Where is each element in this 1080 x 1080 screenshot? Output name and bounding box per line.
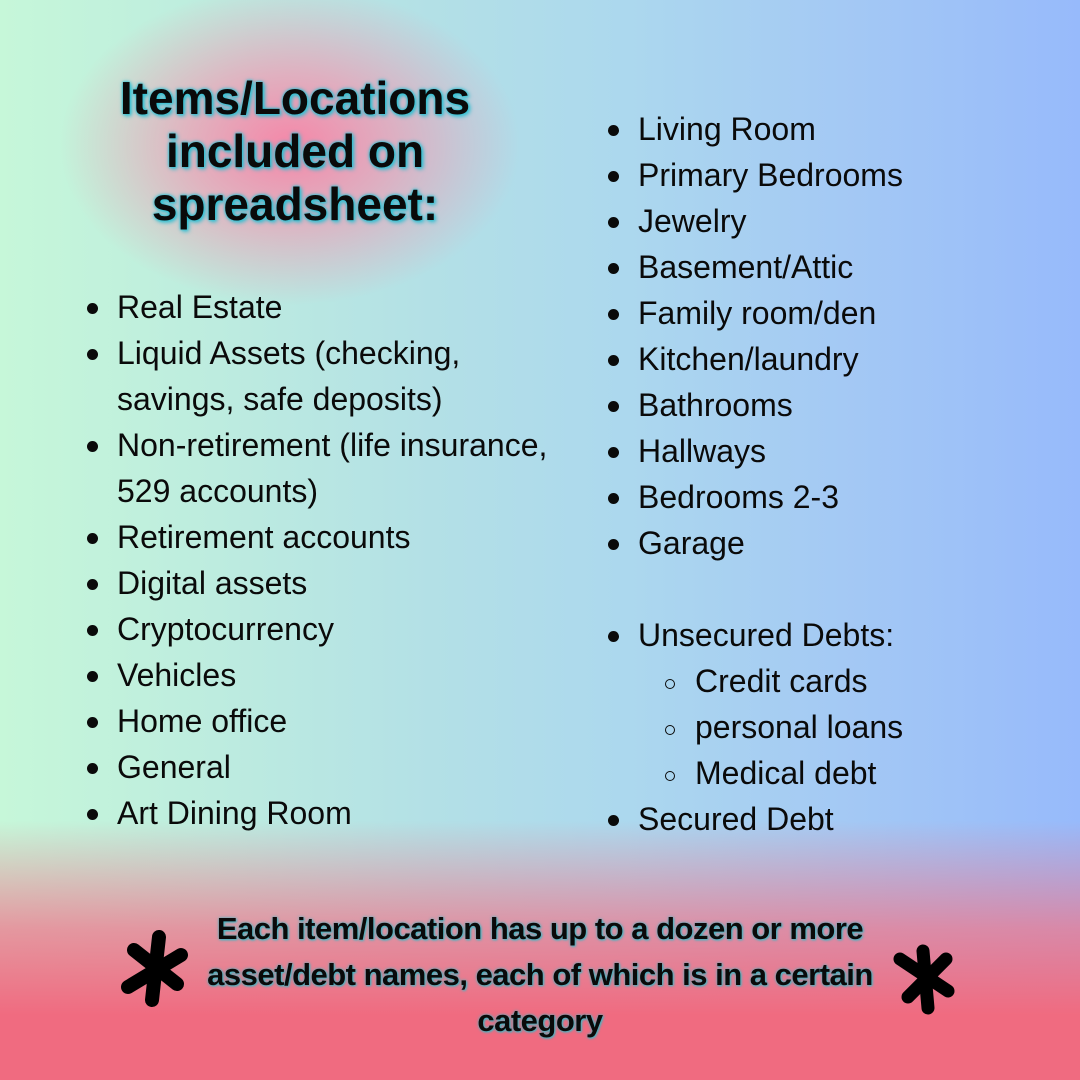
- sub-list-item: Medical debt: [606, 750, 1026, 796]
- list-item: Digital assets: [85, 560, 555, 606]
- secured-debt-item: Secured Debt: [606, 796, 1026, 842]
- list-item: Home office: [85, 698, 555, 744]
- asterisk-icon: [121, 930, 188, 1007]
- sub-list-item: personal loans: [606, 704, 1026, 750]
- unsecured-debts-heading: Unsecured Debts:: [606, 612, 1026, 658]
- list-item: Bedrooms 2-3: [606, 474, 1026, 520]
- list-item: Retirement accounts: [85, 514, 555, 560]
- locations-debts-list: Living Room Primary Bedrooms Jewelry Bas…: [606, 106, 1026, 842]
- list-item: Hallways: [606, 428, 1026, 474]
- sub-list-item: Credit cards: [606, 658, 1026, 704]
- list-item: Real Estate: [85, 284, 555, 330]
- page-title: Items/Locations included on spreadsheet:: [119, 72, 471, 230]
- list-item: Art Dining Room: [85, 790, 555, 836]
- list-spacer: [606, 566, 1026, 612]
- list-item: General: [85, 744, 555, 790]
- list-item: Liquid Assets (checking, savings, safe d…: [85, 330, 555, 422]
- list-item: Bathrooms: [606, 382, 1026, 428]
- list-item: Family room/den: [606, 290, 1026, 336]
- asset-categories-list: Real Estate Liquid Assets (checking, sav…: [85, 284, 555, 836]
- list-item: Kitchen/laundry: [606, 336, 1026, 382]
- list-item: Cryptocurrency: [85, 606, 555, 652]
- asterisk-icon: [893, 944, 955, 1015]
- list-item: Primary Bedrooms: [606, 152, 1026, 198]
- list-item: Living Room: [606, 106, 1026, 152]
- list-item: Jewelry: [606, 198, 1026, 244]
- footer-note: Each item/location has up to a dozen or …: [207, 911, 873, 1038]
- list-item: Garage: [606, 520, 1026, 566]
- list-item: Vehicles: [85, 652, 555, 698]
- list-item: Basement/Attic: [606, 244, 1026, 290]
- list-item: Non-retirement (life insurance, 529 acco…: [85, 422, 555, 514]
